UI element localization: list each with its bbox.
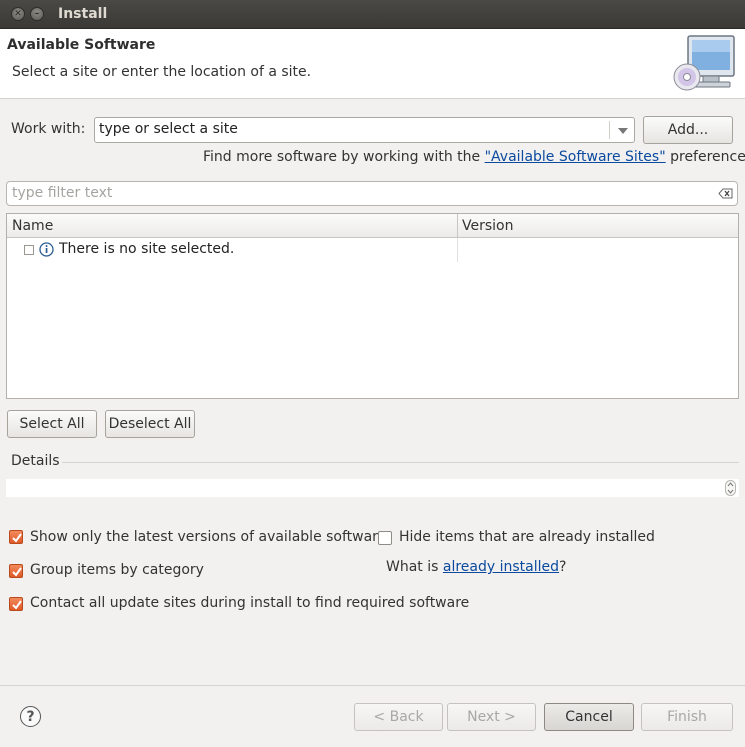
work-with-combo[interactable]: type or select a site bbox=[94, 117, 635, 143]
close-icon: ✕ bbox=[14, 8, 22, 19]
group-by-category-label: Group items by category bbox=[30, 562, 204, 578]
combo-separator bbox=[609, 121, 610, 139]
latest-versions-checkbox[interactable] bbox=[9, 530, 23, 544]
finish-button[interactable]: Finish bbox=[641, 703, 733, 731]
work-with-label: Work with: bbox=[11, 121, 86, 137]
already-installed-link[interactable]: already installed bbox=[443, 559, 559, 575]
sites-hint: Find more software by working with the "… bbox=[203, 149, 745, 165]
column-header-version[interactable]: Version bbox=[462, 218, 513, 234]
row-column-separator bbox=[457, 238, 458, 262]
select-all-button[interactable]: Select All bbox=[7, 410, 97, 438]
sites-hint-suffix: preferences. bbox=[670, 149, 745, 165]
help-icon: ? bbox=[26, 708, 35, 725]
work-with-value: type or select a site bbox=[99, 121, 238, 137]
scroll-arrows-icon bbox=[727, 482, 734, 494]
hide-installed-checkbox[interactable] bbox=[378, 531, 392, 545]
info-icon bbox=[39, 242, 54, 257]
checkmark-icon bbox=[12, 600, 22, 610]
what-is-installed: What is already installed? bbox=[386, 559, 566, 575]
row-name: There is no site selected. bbox=[59, 241, 235, 257]
back-button[interactable]: < Back bbox=[354, 703, 443, 731]
page-description: Select a site or enter the location of a… bbox=[12, 64, 312, 80]
wizard-banner: Available Software Select a site or ente… bbox=[0, 29, 745, 99]
filter-input[interactable]: type filter text bbox=[6, 181, 738, 206]
details-divider bbox=[62, 462, 739, 463]
window-close-button[interactable]: ✕ bbox=[11, 7, 25, 21]
cancel-button[interactable]: Cancel bbox=[544, 703, 634, 731]
hide-installed-label: Hide items that are already installed bbox=[399, 529, 655, 545]
checkmark-icon bbox=[12, 567, 22, 577]
details-text bbox=[6, 479, 739, 497]
contact-sites-checkbox[interactable] bbox=[9, 597, 23, 611]
checkmark-icon bbox=[12, 533, 22, 543]
minimize-icon: – bbox=[34, 8, 40, 19]
window-titlebar: ✕ – Install bbox=[0, 0, 745, 29]
available-sites-link[interactable]: "Available Software Sites" bbox=[485, 149, 666, 165]
table-header: Name Version bbox=[7, 214, 738, 238]
details-scroll-spinner[interactable] bbox=[725, 480, 736, 496]
window-title: Install bbox=[58, 6, 108, 22]
what-is-prefix: What is bbox=[386, 559, 443, 575]
sites-hint-prefix: Find more software by working with the bbox=[203, 149, 485, 165]
window-minimize-button[interactable]: – bbox=[30, 7, 44, 21]
add-site-button[interactable]: Add... bbox=[643, 116, 733, 144]
filter-placeholder: type filter text bbox=[12, 185, 113, 201]
software-table[interactable]: Name Version There is no site selected. bbox=[6, 213, 739, 399]
contact-sites-label: Contact all update sites during install … bbox=[30, 595, 470, 611]
page-title: Available Software bbox=[7, 37, 156, 53]
footer-divider bbox=[0, 685, 745, 686]
row-checkbox[interactable] bbox=[24, 245, 34, 255]
help-button[interactable]: ? bbox=[20, 706, 41, 727]
what-is-suffix: ? bbox=[559, 559, 567, 575]
clear-filter-icon[interactable] bbox=[718, 188, 733, 199]
details-label: Details bbox=[11, 453, 60, 469]
latest-versions-label: Show only the latest versions of availab… bbox=[30, 529, 387, 545]
group-by-category-checkbox[interactable] bbox=[9, 564, 23, 578]
next-button[interactable]: Next > bbox=[447, 703, 536, 731]
chevron-down-icon[interactable] bbox=[618, 128, 628, 134]
monitor-cd-icon bbox=[673, 35, 735, 91]
column-separator[interactable] bbox=[457, 214, 458, 238]
deselect-all-button[interactable]: Deselect All bbox=[105, 410, 195, 438]
column-header-name[interactable]: Name bbox=[12, 218, 53, 234]
